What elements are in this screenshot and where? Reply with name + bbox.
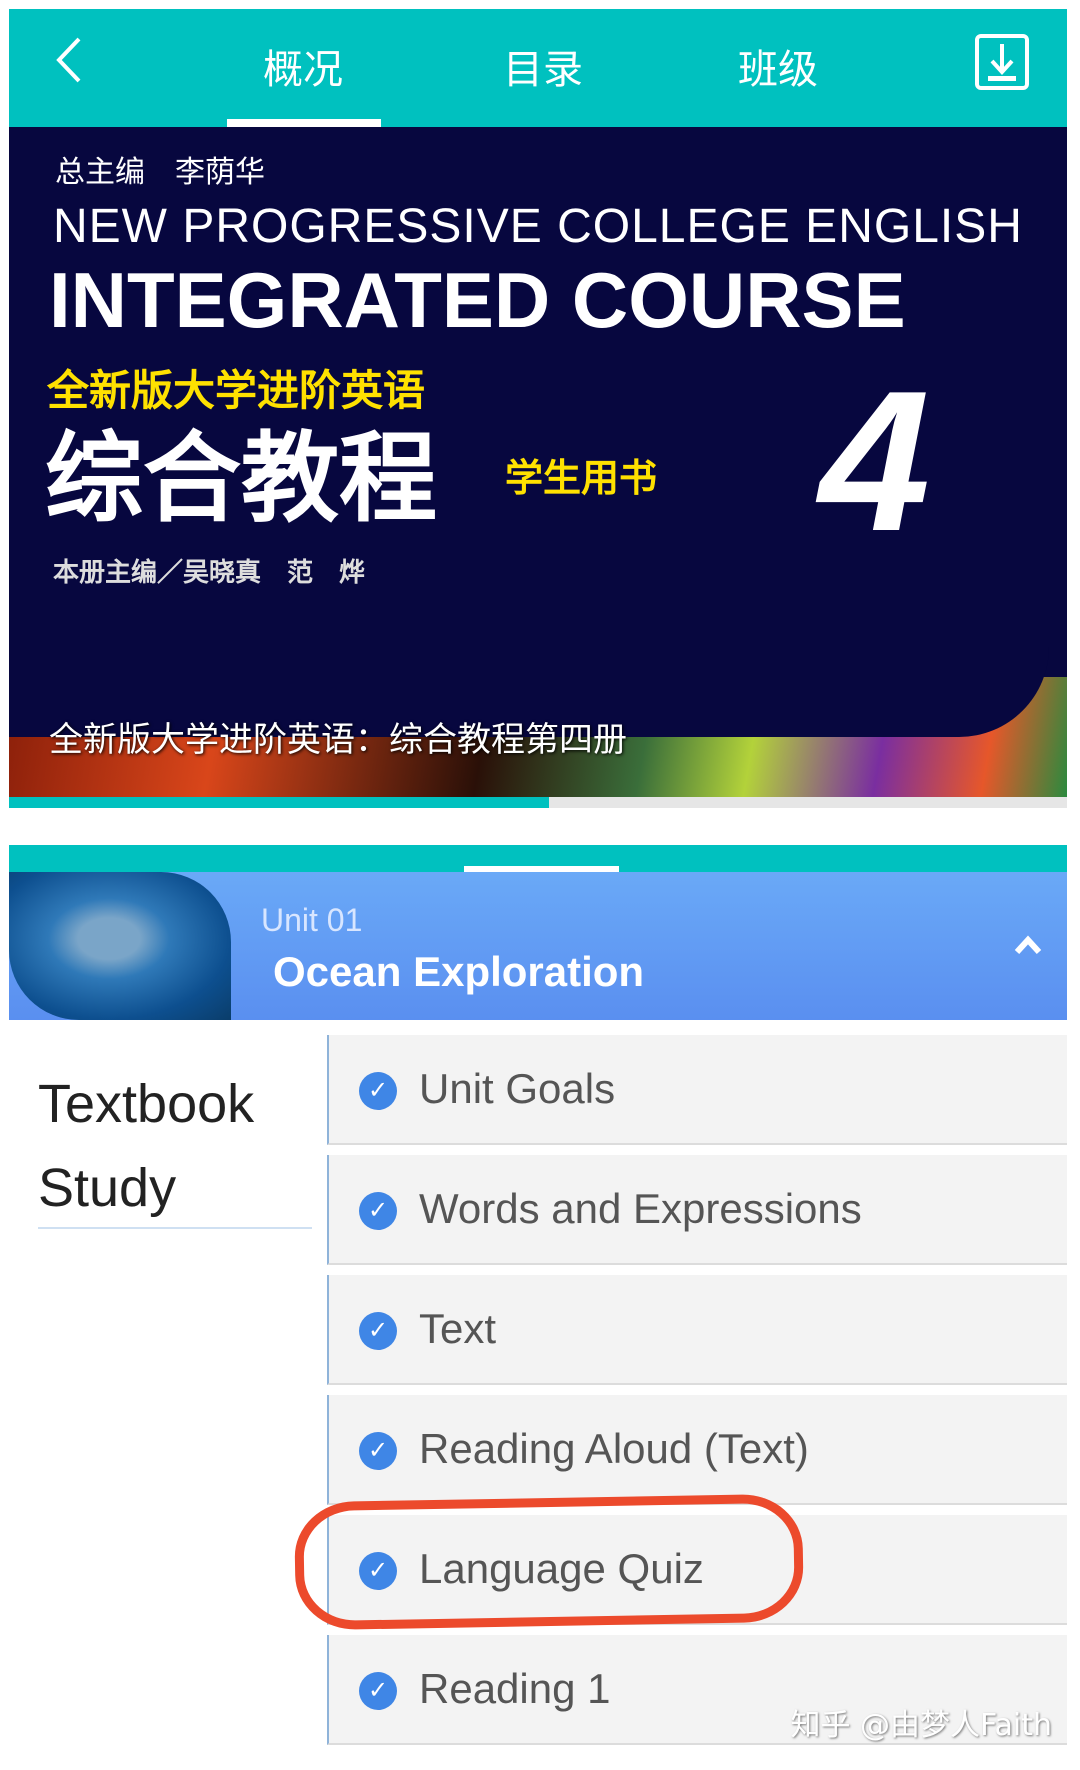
- list-item-label: Text: [419, 1305, 497, 1352]
- list-item-label: Reading 1: [419, 1665, 611, 1712]
- tab-class[interactable]: 班级: [738, 37, 818, 95]
- list-item-label: Words and Expressions: [419, 1185, 862, 1232]
- volume-number: 4: [819, 350, 931, 573]
- check-circle-icon: ✓: [359, 1432, 397, 1470]
- cover-caption: 全新版大学进阶英语：综合教程第四册: [49, 720, 627, 760]
- cover-progress-bar: [9, 797, 1067, 808]
- progress-fill: [9, 797, 549, 808]
- check-circle-icon: ✓: [359, 1192, 397, 1230]
- list-item[interactable]: ✓ Words and Expressions: [327, 1155, 1067, 1265]
- active-tab-indicator: [227, 119, 381, 127]
- chief-editor: 总主编 李荫华: [55, 155, 265, 190]
- list-item-label: Reading Aloud (Text): [419, 1425, 809, 1472]
- list-item[interactable]: ✓ Unit Goals: [327, 1035, 1067, 1145]
- download-icon[interactable]: [975, 34, 1029, 90]
- unit-number: Unit 01: [261, 902, 363, 938]
- unit-thumbnail-shark: [9, 872, 231, 1020]
- tab-contents[interactable]: 目录: [503, 37, 583, 95]
- book-cover[interactable]: 总主编 李荫华 NEW PROGRESSIVE COLLEGE ENGLISH …: [9, 127, 1067, 797]
- tab-overview[interactable]: 概况: [263, 37, 343, 95]
- list-item-label: Unit Goals: [419, 1065, 616, 1112]
- check-circle-icon: ✓: [359, 1672, 397, 1710]
- unit-title: Ocean Exploration: [273, 948, 645, 995]
- section-bar: [9, 845, 1067, 872]
- chevron-up-icon[interactable]: [1013, 934, 1043, 956]
- top-nav-bar: 概况 目录 班级: [9, 9, 1067, 127]
- check-circle-icon: ✓: [359, 1072, 397, 1110]
- series-en: NEW PROGRESSIVE COLLEGE ENGLISH: [53, 200, 1023, 253]
- unit-header[interactable]: Unit 01 Ocean Exploration: [9, 872, 1067, 1020]
- course-cn: 综合教程: [45, 422, 438, 536]
- back-icon[interactable]: [53, 35, 83, 85]
- list-item[interactable]: ✓ Text: [327, 1275, 1067, 1385]
- watermark: 知乎 @由梦人Faith: [790, 1708, 1052, 1743]
- check-circle-icon: ✓: [359, 1312, 397, 1350]
- section-title: Textbook Study: [38, 1074, 255, 1218]
- list-item[interactable]: ✓ Reading Aloud (Text): [327, 1395, 1067, 1505]
- section-title-underline: [38, 1227, 312, 1229]
- course-en: INTEGRATED COURSE: [49, 256, 906, 344]
- volume-editors: 本册主编／吴晓真 范 烨: [53, 558, 366, 588]
- red-highlight-annotation: [293, 1493, 805, 1631]
- book-type: 学生用书: [505, 456, 658, 500]
